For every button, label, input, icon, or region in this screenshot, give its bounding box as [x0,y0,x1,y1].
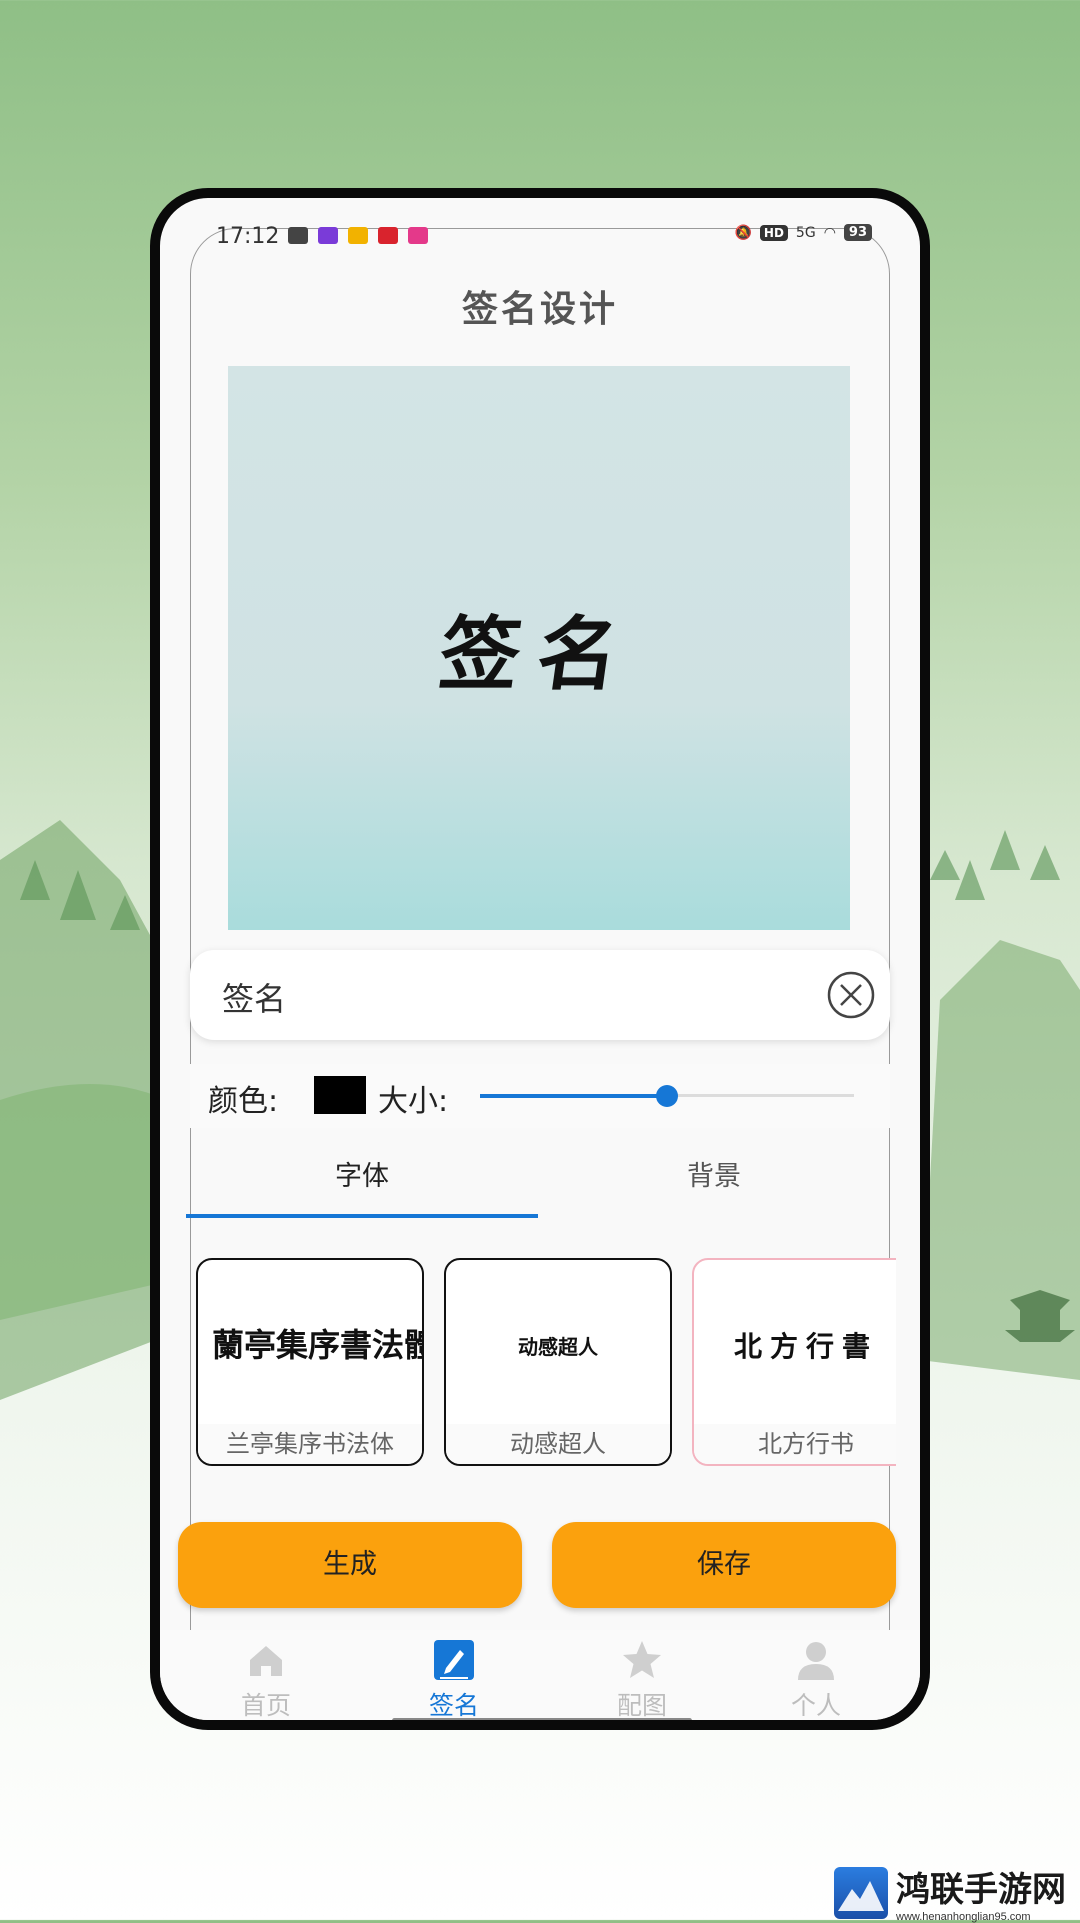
font-option-lanting[interactable]: 蘭亭集序書法體 兰亭集序书法体 [196,1258,424,1466]
nav-label: 配图 [616,1691,667,1720]
generate-button[interactable]: 生成 [178,1522,522,1608]
home-indicator [392,1718,692,1720]
preview-signature-text: 签名 [433,607,643,701]
system-icons: 🔕 HD 5G ◠ 93 [734,224,872,241]
size-slider[interactable] [480,1082,854,1110]
weibo-icon [348,227,368,244]
font-options-list: 蘭亭集序書法體 兰亭集序书法体 动感超人 动感超人 北方行書 北方行书 [196,1258,896,1468]
watermark-text: 鸿联手游网 www.henanhonglian95.com [896,1862,1066,1923]
font-name: 动感超人 [446,1424,670,1464]
style-tabs: 字体 背景 [186,1142,890,1218]
signature-edit-icon [434,1640,474,1680]
page-title: 签名设计 [461,289,618,330]
font-name: 北方行书 [694,1424,896,1464]
status-bar: 17:12 🔕 HD 5G ◠ 93 [160,198,920,258]
color-label: 颜色: [208,1084,279,1119]
name-input[interactable]: 签名 [222,974,286,1020]
hd-icon: HD [759,224,788,241]
battery-icon: 93 [843,224,872,241]
watermark: 鸿联手游网 www.henanhonglian95.com [834,1862,1066,1923]
message-icon [288,227,308,244]
tab-background[interactable]: 背景 [538,1142,890,1218]
name-input-card[interactable]: 签名 [190,950,890,1040]
slider-fill [480,1094,667,1098]
nav-item-images[interactable]: 配图 [582,1638,702,1720]
clear-icon[interactable] [826,970,876,1020]
signal-icon: 5G [795,224,816,241]
font-sample: 北方行書 [733,1330,878,1363]
nav-item-profile[interactable]: 个人 [756,1638,876,1720]
watermark-title: 鸿联手游网 [896,1870,1066,1910]
size-label: 大小: [378,1084,449,1119]
phone-frame: 17:12 🔕 HD 5G ◠ 93 签名设计 签名 签名 颜色: 大小: 字体… [150,188,930,1730]
nav-label: 首页 [240,1691,291,1720]
tab-background-label: 背景 [687,1161,741,1192]
watermark-logo-icon [834,1866,888,1919]
signature-preview: 签名 [228,366,850,930]
font-sample: 动感超人 [518,1334,598,1359]
tab-font[interactable]: 字体 [186,1142,538,1218]
shop-icon [408,227,428,244]
save-button[interactable]: 保存 [552,1522,896,1608]
home-icon [250,1646,282,1676]
wifi-icon: ◠ [823,224,836,241]
font-sample: 蘭亭集序書法體 [212,1326,424,1364]
status-time: 17:12 [216,224,280,249]
bottom-navigation: 首页 签名 配图 个人 [160,1630,920,1720]
font-option-beifangxingshu[interactable]: 北方行書 北方行书 [692,1258,896,1466]
tab-font-label: 字体 [335,1161,389,1192]
notification-icons [288,227,428,244]
font-option-dongganchaoren[interactable]: 动感超人 动感超人 [444,1258,672,1466]
style-controls: 颜色: 大小: [190,1064,890,1128]
nav-label: 个人 [790,1691,841,1720]
star-icon [623,1641,661,1678]
person-icon [798,1642,834,1680]
slider-thumb[interactable] [656,1085,678,1107]
app-icon [318,227,338,244]
nav-item-signature[interactable]: 签名 [394,1638,514,1720]
nav-label: 签名 [428,1691,479,1720]
active-tab-indicator [186,1214,538,1218]
color-picker-swatch[interactable] [314,1076,366,1114]
news-icon [378,227,398,244]
mute-icon: 🔕 [734,224,752,241]
watermark-url: www.henanhonglian95.com [896,1911,1031,1923]
nav-item-home[interactable]: 首页 [206,1638,326,1720]
font-name: 兰亭集序书法体 [198,1424,422,1464]
